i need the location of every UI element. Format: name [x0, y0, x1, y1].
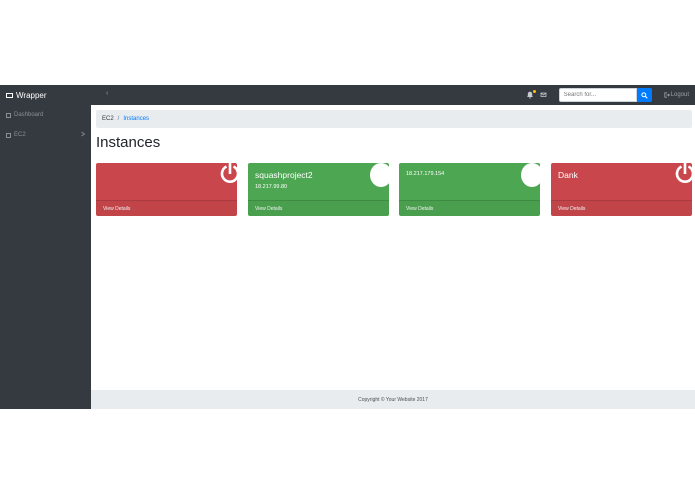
brand[interactable]: Wrapper [6, 85, 47, 105]
navbar-right: Logout [526, 85, 689, 105]
search-button[interactable] [636, 88, 652, 102]
card-body [96, 163, 237, 200]
breadcrumb-separator: / [117, 116, 120, 122]
top-navbar: Wrapper ‹ Search for... Logout [0, 85, 695, 105]
instance-ip: 18.217.179.154 [406, 171, 445, 177]
view-details-link[interactable]: View Details [248, 200, 389, 216]
breadcrumb: EC2 / Instances [96, 110, 692, 128]
notification-dot [532, 90, 536, 93]
card-body: 18.217.179.154 [399, 163, 540, 200]
brand-label: Wrapper [16, 90, 47, 100]
card-body: Dank [551, 163, 692, 200]
instance-ip: 18.217.99.80 [255, 184, 288, 190]
search-group [558, 88, 652, 102]
sidebar: Dashboard EC2 [0, 105, 91, 409]
app-window: Wrapper ‹ Search for... Logout Dashboard… [0, 85, 695, 409]
logout-label: Logout [670, 92, 689, 98]
sidebar-item-label: EC2 [14, 132, 26, 138]
sidebar-toggle-button[interactable]: ‹ [106, 90, 108, 97]
instance-name: Dank [558, 170, 578, 180]
search-icon [640, 91, 648, 99]
power-icon[interactable] [218, 163, 237, 188]
chevron-icon [80, 131, 86, 139]
view-details-link[interactable]: View Details [96, 200, 237, 216]
instance-card: squashproject2 18.217.99.80 View Details [248, 163, 389, 216]
instance-card: View Details [96, 163, 237, 216]
envelope-icon [540, 92, 547, 97]
server-icon [6, 132, 11, 138]
dashboard-icon [6, 112, 11, 118]
sidebar-item-ec2[interactable]: EC2 [6, 129, 86, 141]
instance-card: Dank View Details [551, 163, 692, 216]
alerts-bell-icon[interactable] [526, 90, 536, 99]
copyright-text: Copyright © Your Website 2017 [358, 396, 428, 403]
site-footer: Copyright © Your Website 2017 [91, 390, 695, 409]
window-icon [6, 92, 13, 98]
sign-out-icon [664, 92, 670, 98]
view-details-link[interactable]: View Details [551, 200, 692, 216]
main-content: EC2 / Instances Instances View Details s… [91, 105, 695, 390]
sidebar-item-label: Dashboard [14, 112, 44, 118]
card-body: squashproject2 18.217.99.80 [248, 163, 389, 200]
power-icon[interactable] [673, 163, 692, 188]
search-input[interactable] [558, 88, 637, 102]
page-title: Instances [96, 134, 161, 151]
status-circle-icon[interactable] [370, 163, 389, 187]
view-details-link[interactable]: View Details [399, 200, 540, 216]
messages-icon[interactable] [540, 91, 547, 100]
instance-card: 18.217.179.154 View Details [399, 163, 540, 216]
instance-name: squashproject2 [255, 170, 313, 180]
logout-link[interactable]: Logout [664, 92, 689, 98]
sidebar-item-dashboard[interactable]: Dashboard [6, 109, 86, 121]
breadcrumb-item-ec2[interactable]: EC2 [102, 116, 114, 122]
breadcrumb-item-instances: Instances [123, 116, 150, 122]
status-circle-icon[interactable] [521, 163, 540, 187]
